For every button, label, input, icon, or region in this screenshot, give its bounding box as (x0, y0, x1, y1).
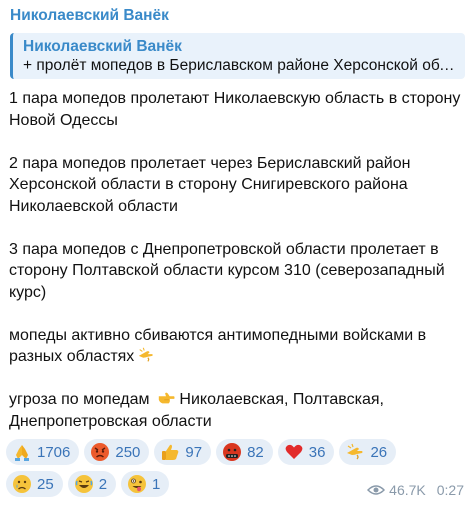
message-bubble: Николаевский Ванёк Николаевский Ванёк + … (0, 0, 473, 506)
reaction-count: 82 (247, 443, 264, 461)
reactions-row: 1706 250 97 82 36 26 (6, 439, 466, 465)
paragraph: 2 пара мопедов пролетает через Бериславс… (9, 154, 411, 215)
saluting-hand-icon (347, 443, 363, 460)
message-meta: 46.7K 0:27 (367, 482, 464, 498)
reaction-crying-face[interactable]: 25 (6, 471, 63, 497)
reaction-count: 2 (98, 475, 108, 493)
paragraph-text: угроза по мопедам (9, 391, 150, 408)
reaction-count: 25 (37, 475, 54, 493)
zany-face-icon (128, 475, 147, 493)
saluting-hand-icon (139, 347, 154, 362)
rofl-face-icon (74, 475, 93, 493)
paragraph-text: мопеды активно сбиваются антимопедными в… (9, 326, 427, 366)
reaction-count: 26 (370, 443, 388, 461)
message-time: 0:27 (436, 482, 464, 498)
paragraph: угроза по мопедам Николаевская, Полтавск… (9, 389, 465, 432)
reply-text: + пролёт мопедов в Бериславском районе Х… (23, 57, 457, 74)
reaction-rofl-face[interactable]: 2 (67, 471, 117, 497)
reaction-count: 1706 (37, 443, 71, 461)
angry-face-icon (91, 443, 110, 461)
reaction-count: 1 (152, 475, 161, 493)
cursing-face-icon (223, 443, 242, 461)
reaction-red-heart[interactable]: 36 (277, 439, 335, 465)
red-heart-icon (285, 444, 303, 459)
reaction-cursing-face[interactable]: 82 (216, 439, 273, 465)
reaction-count: 250 (115, 443, 141, 461)
reaction-thumbs-up[interactable]: 97 (154, 439, 212, 465)
thumbs-up-icon (162, 444, 179, 460)
paragraph: 1 пара мопедов пролетают Николаевскую об… (9, 90, 461, 129)
eye-icon (367, 485, 386, 495)
crying-face-icon (13, 475, 31, 493)
reaction-count: 36 (308, 443, 326, 461)
reaction-folded-hands[interactable]: 1706 (6, 439, 80, 465)
sender-name[interactable]: Николаевский Ванёк (8, 6, 465, 26)
pointing-right-icon (158, 392, 175, 404)
folded-hands-icon (15, 445, 29, 461)
paragraph: 3 пара мопедов с Днепропетровской област… (9, 240, 445, 301)
reaction-saluting-hand[interactable]: 26 (339, 439, 397, 465)
reaction-zany-face[interactable]: 1 (121, 471, 170, 497)
message-text: 1 пара мопедов пролетают Николаевскую об… (8, 88, 465, 432)
reaction-count: 97 (185, 443, 203, 461)
reply-quote[interactable]: Николаевский Ванёк + пролёт мопедов в Бе… (10, 33, 465, 79)
reaction-angry-face[interactable]: 250 (84, 439, 150, 465)
paragraph: мопеды активно сбиваются антимопедными в… (9, 325, 465, 368)
views-count: 46.7K (389, 482, 426, 498)
reply-author: Николаевский Ванёк (23, 38, 182, 55)
